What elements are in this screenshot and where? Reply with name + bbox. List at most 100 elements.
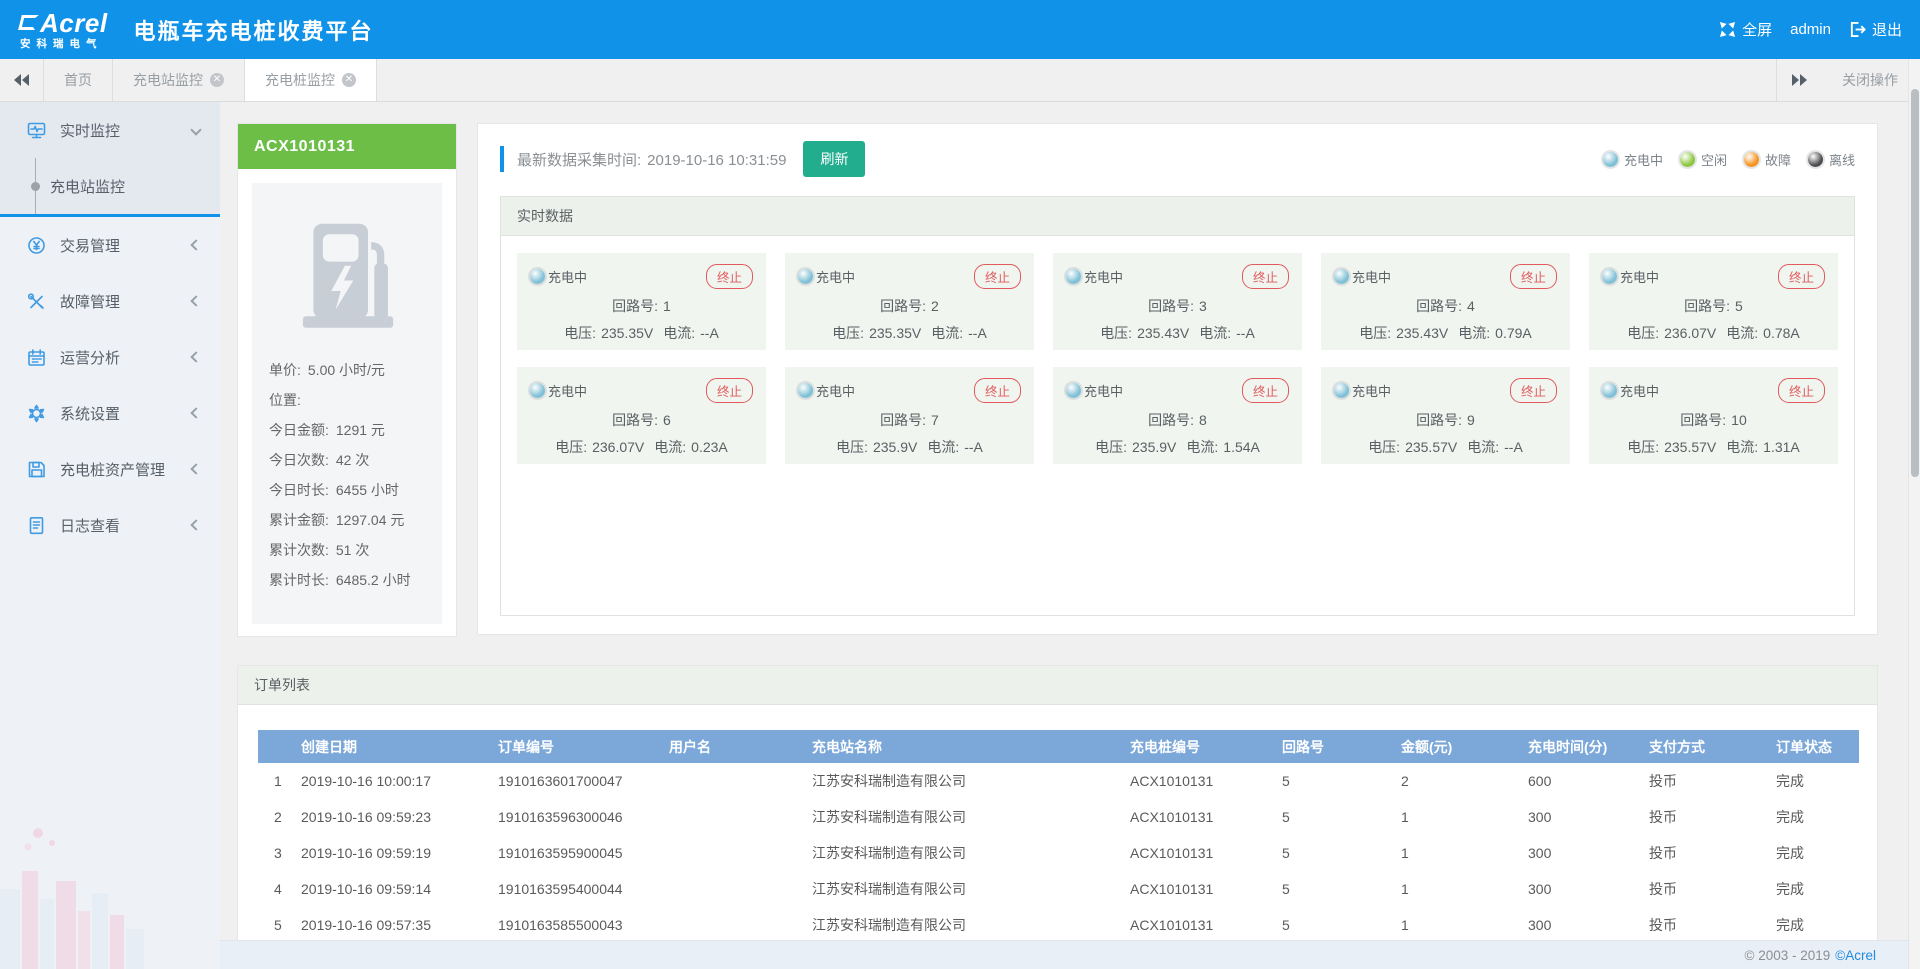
- legend-status-icon: [1680, 152, 1695, 167]
- collect-time-value: 2019-10-16 10:31:59: [647, 152, 786, 169]
- sidebar-item-realtime-monitor[interactable]: 实时监控: [0, 102, 220, 158]
- orders-cell: 完成: [1776, 763, 1859, 799]
- app-header: Acrel 安科瑞电气 电瓶车充电桩收费平台 全屏 admin 退出: [0, 0, 1920, 59]
- tabs-scroll-left-button[interactable]: [0, 59, 44, 101]
- sidebar-group-fault-management: 故障管理: [0, 273, 220, 329]
- row-number-cell: 2: [258, 799, 301, 835]
- terminate-button[interactable]: 终止: [706, 378, 753, 403]
- circuit-number-value: 6: [663, 412, 671, 428]
- orders-cell: 1: [1401, 907, 1528, 940]
- current-value: 0.23A: [691, 439, 728, 455]
- sidebar-item-pile-asset-management[interactable]: 充电桩资产管理: [0, 441, 220, 497]
- circuit-number-value: 4: [1467, 298, 1475, 314]
- sidebar-item-log-view[interactable]: 日志查看: [0, 497, 220, 553]
- circuit-number-value: 9: [1467, 412, 1475, 428]
- scrollbar-thumb[interactable]: [1911, 89, 1919, 477]
- collect-time: 最新数据采集时间: 2019-10-16 10:31:59: [517, 149, 786, 170]
- circuit-number-label: 回路号:: [612, 412, 658, 428]
- orders-cell: 1: [1401, 871, 1528, 907]
- charging-status-icon: [1602, 383, 1617, 398]
- username[interactable]: admin: [1790, 21, 1831, 38]
- stat-label: 累计金额:: [269, 512, 329, 528]
- stat-value: 1291 元: [336, 422, 385, 438]
- terminate-button[interactable]: 终止: [974, 264, 1021, 289]
- current-label: 电流:: [1186, 439, 1218, 455]
- orders-cell: 2019-10-16 09:57:35: [301, 907, 498, 940]
- footer-brand-link[interactable]: ©Acrel: [1835, 948, 1876, 963]
- sidebar-item-label: 系统设置: [60, 403, 120, 424]
- orders-cell: 2: [1401, 763, 1528, 799]
- legend-item: 离线: [1808, 150, 1855, 169]
- voltage-label: 电压:: [1627, 439, 1659, 455]
- circuit-status-label: 充电中: [1620, 267, 1659, 286]
- collect-time-label: 最新数据采集时间:: [517, 152, 641, 169]
- current-value: --A: [1236, 325, 1255, 341]
- circuit-status-label: 充电中: [1084, 381, 1123, 400]
- orders-cell: 300: [1528, 871, 1649, 907]
- terminate-button[interactable]: 终止: [974, 378, 1021, 403]
- sidebar-item-fault-management[interactable]: 故障管理: [0, 273, 220, 329]
- current-label: 电流:: [927, 439, 959, 455]
- orders-cell: 完成: [1776, 907, 1859, 940]
- orders-cell: 1910163595900045: [498, 835, 669, 871]
- sidebar-item-operation-analysis[interactable]: 运营分析: [0, 329, 220, 385]
- voltage-label: 电压:: [1095, 439, 1127, 455]
- sidebar-item-system-settings[interactable]: 系统设置: [0, 385, 220, 441]
- tab-home[interactable]: 首页: [44, 59, 113, 101]
- current-label: 电流:: [931, 325, 963, 341]
- orders-cell: 5: [1282, 799, 1401, 835]
- voltage-label: 电压:: [836, 439, 868, 455]
- circuit-number-label: 回路号:: [880, 412, 926, 428]
- sidebar-group-pile-asset-management: 充电桩资产管理: [0, 441, 220, 497]
- table-row: 22019-10-16 09:59:231910163596300046江苏安科…: [258, 799, 1859, 835]
- current-value: 1.31A: [1763, 439, 1800, 455]
- pile-stat-row: 今日金额:1291 元: [269, 415, 425, 445]
- tab-pile-monitor[interactable]: 充电桩监控 ✕: [245, 59, 377, 101]
- accent-bar: [500, 146, 504, 172]
- refresh-button[interactable]: 刷新: [803, 141, 865, 177]
- terminate-button[interactable]: 终止: [1778, 378, 1825, 403]
- orders-cell: ACX1010131: [1130, 799, 1282, 835]
- circuit-number-value: 10: [1731, 412, 1747, 428]
- circuit-card: 充电中 终止 回路号:4 电压:235.43V电流:0.79A: [1321, 253, 1570, 350]
- voltage-value: 235.43V: [1137, 325, 1189, 341]
- sidebar-item-transaction-management[interactable]: 交易管理: [0, 217, 220, 273]
- terminate-button[interactable]: 终止: [1242, 264, 1289, 289]
- terminate-button[interactable]: 终止: [1510, 264, 1557, 289]
- stat-value: 6455 小时: [336, 482, 399, 498]
- terminate-button[interactable]: 终止: [1242, 378, 1289, 403]
- logout-button[interactable]: 退出: [1849, 19, 1902, 40]
- tab-close-icon[interactable]: ✕: [342, 73, 356, 87]
- charging-status-icon: [530, 383, 545, 398]
- close-operations-button[interactable]: 关闭操作: [1820, 59, 1920, 101]
- order-list-panel: 订单列表 创建日期订单编号用户名充电站名称充电桩编号回路号金额(元)充电时间(分…: [237, 665, 1878, 940]
- tab-station-monitor[interactable]: 充电站监控 ✕: [113, 59, 245, 101]
- terminate-button[interactable]: 终止: [1510, 378, 1557, 403]
- sidebar-subitem-station-monitor[interactable]: 充电站监控: [0, 158, 220, 214]
- tab-close-icon[interactable]: ✕: [210, 73, 224, 87]
- orders-column-header: 回路号: [1282, 730, 1401, 763]
- voltage-label: 电压:: [1359, 325, 1391, 341]
- orders-table: 创建日期订单编号用户名充电站名称充电桩编号回路号金额(元)充电时间(分)支付方式…: [258, 730, 1859, 940]
- orders-cell: 1910163595400044: [498, 871, 669, 907]
- stat-label: 累计时长:: [269, 572, 329, 588]
- fullscreen-button[interactable]: 全屏: [1719, 19, 1772, 40]
- stat-value: 1297.04 元: [336, 512, 405, 528]
- scrollbar[interactable]: [1908, 59, 1920, 969]
- circuit-number-label: 回路号:: [1148, 298, 1194, 314]
- terminate-button[interactable]: 终止: [1778, 264, 1825, 289]
- legend-status-icon: [1744, 152, 1759, 167]
- page-title: 电瓶车充电桩收费平台: [134, 14, 374, 46]
- circuit-status-label: 充电中: [816, 267, 855, 286]
- terminate-button[interactable]: 终止: [706, 264, 753, 289]
- tabs-scroll-right-button[interactable]: [1776, 59, 1820, 101]
- stat-label: 今日时长:: [269, 482, 329, 498]
- current-label: 电流:: [663, 325, 695, 341]
- circuit-number-label: 回路号:: [1416, 412, 1462, 428]
- logo-subtext: 安科瑞电气: [20, 39, 108, 50]
- skyline-decoration: [0, 819, 220, 969]
- circuit-card: 充电中 终止 回路号:6 电压:236.07V电流:0.23A: [517, 367, 766, 464]
- orders-cell: 投币: [1649, 835, 1776, 871]
- row-number-column-header: [258, 730, 301, 763]
- circuit-status-label: 充电中: [1084, 267, 1123, 286]
